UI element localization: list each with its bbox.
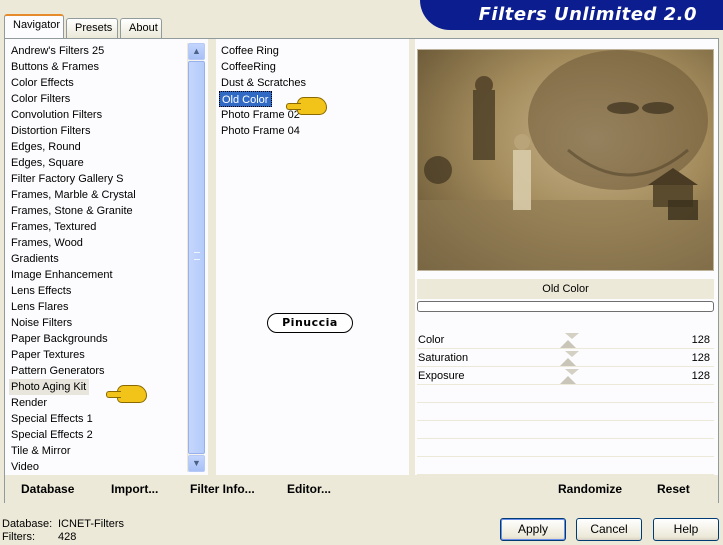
- category-item[interactable]: Noise Filters: [9, 315, 189, 331]
- status-filters-value: 428: [58, 531, 77, 543]
- category-item[interactable]: Special Effects 1: [9, 411, 189, 427]
- progress-bar: [417, 301, 714, 312]
- column-divider: [208, 39, 216, 475]
- column-divider: [409, 39, 415, 475]
- category-item[interactable]: Edges, Square: [9, 155, 189, 171]
- slider-thumb[interactable]: [560, 358, 576, 366]
- editor-button[interactable]: Editor...: [287, 475, 331, 503]
- apply-button[interactable]: Apply: [500, 518, 566, 541]
- filter-list[interactable]: Coffee Ring CoffeeRing Dust & Scratches Old…: [219, 43, 399, 139]
- slider-label: Color: [418, 334, 445, 346]
- category-item[interactable]: Paper Textures: [9, 347, 189, 363]
- category-item[interactable]: Special Effects 2: [9, 427, 189, 443]
- category-item[interactable]: Pattern Generators: [9, 363, 189, 379]
- category-item[interactable]: Frames, Textured: [9, 219, 189, 235]
- category-item[interactable]: Andrew's Filters 25: [9, 43, 189, 59]
- status-database: Database: ICNET-Filters: [2, 518, 124, 531]
- pinuccia-watermark: Pinuccia: [267, 313, 353, 333]
- category-list[interactable]: Andrew's Filters 25 Buttons & Frames Color…: [9, 43, 189, 475]
- slider-value: 128: [691, 334, 710, 346]
- category-item[interactable]: Frames, Marble & Crystal: [9, 187, 189, 203]
- color-slider[interactable]: Color 128: [417, 331, 714, 349]
- slider-value: 128: [691, 370, 710, 382]
- category-item[interactable]: Color Effects: [9, 75, 189, 91]
- category-item[interactable]: Lens Flares: [9, 299, 189, 315]
- tab-about[interactable]: About: [120, 18, 162, 38]
- tab-navigator[interactable]: Navigator: [4, 14, 64, 38]
- category-item[interactable]: Edges, Round: [9, 139, 189, 155]
- column-divider: [409, 475, 415, 503]
- category-item[interactable]: Color Filters: [9, 91, 189, 107]
- category-item[interactable]: Paper Backgrounds: [9, 331, 189, 347]
- slider-tick: [565, 369, 579, 375]
- status-database-value: ICNET-Filters: [58, 518, 124, 530]
- navigator-panel: Andrew's Filters 25 Buttons & Frames Color…: [4, 38, 719, 503]
- preview-photo-collage: [418, 50, 713, 270]
- effect-name: Old Color: [417, 279, 714, 299]
- category-item[interactable]: Tile & Mirror: [9, 443, 189, 459]
- category-item[interactable]: Convolution Filters: [9, 107, 189, 123]
- filter-item[interactable]: Dust & Scratches: [219, 75, 399, 91]
- category-item[interactable]: Gradients: [9, 251, 189, 267]
- empty-slider-row: [417, 457, 714, 475]
- filter-info-button[interactable]: Filter Info...: [190, 475, 255, 503]
- slider-tick: [565, 351, 579, 357]
- database-button[interactable]: Database: [21, 475, 74, 503]
- category-item[interactable]: Frames, Wood: [9, 235, 189, 251]
- empty-slider-row: [417, 385, 714, 403]
- tab-presets[interactable]: Presets: [66, 18, 118, 38]
- category-item[interactable]: Image Enhancement: [9, 267, 189, 283]
- slider-thumb[interactable]: [560, 376, 576, 384]
- empty-slider-row: [417, 403, 714, 421]
- help-button[interactable]: Help: [653, 518, 719, 541]
- scroll-down-arrow-icon[interactable]: ▼: [188, 455, 205, 472]
- category-item[interactable]: Render: [9, 395, 189, 411]
- reset-button[interactable]: Reset: [657, 475, 690, 503]
- exposure-slider[interactable]: Exposure 128: [417, 367, 714, 385]
- randomize-button[interactable]: Randomize: [558, 475, 622, 503]
- empty-slider-row: [417, 439, 714, 457]
- status-filters: Filters: 428: [2, 531, 76, 544]
- slider-value: 128: [691, 352, 710, 364]
- filter-item[interactable]: CoffeeRing: [219, 59, 399, 75]
- slider-tick: [565, 333, 579, 339]
- category-item[interactable]: Video: [9, 459, 189, 475]
- saturation-slider[interactable]: Saturation 128: [417, 349, 714, 367]
- slider-label: Exposure: [418, 370, 465, 382]
- window-title-banner: Filters Unlimited 2.0: [420, 0, 723, 30]
- category-item[interactable]: Lens Effects: [9, 283, 189, 299]
- filter-item[interactable]: Photo Frame 04: [219, 123, 399, 139]
- pointing-hand-icon: [106, 385, 147, 403]
- slider-thumb[interactable]: [560, 340, 576, 348]
- empty-slider-row: [417, 421, 714, 439]
- import-button[interactable]: Import...: [111, 475, 158, 503]
- filter-item[interactable]: Coffee Ring: [219, 43, 399, 59]
- category-item[interactable]: Distortion Filters: [9, 123, 189, 139]
- slider-panel: Color 128 Saturation 128 Exposure 128: [417, 331, 714, 475]
- scrollbar-thumb[interactable]: [188, 61, 205, 454]
- status-filters-label: Filters:: [2, 531, 35, 543]
- category-item[interactable]: Photo Aging Kit: [9, 379, 90, 395]
- window-title: Filters Unlimited 2.0: [478, 4, 697, 25]
- slider-label: Saturation: [418, 352, 469, 364]
- scroll-up-arrow-icon[interactable]: ▲: [188, 43, 205, 60]
- cancel-button[interactable]: Cancel: [576, 518, 642, 541]
- category-scrollbar[interactable]: ▲ ▼: [187, 43, 205, 472]
- filter-item[interactable]: Old Color: [219, 91, 273, 107]
- status-database-label: Database:: [2, 518, 53, 530]
- category-item[interactable]: Buttons & Frames: [9, 59, 189, 75]
- pointing-hand-icon: [286, 97, 327, 115]
- category-item[interactable]: Filter Factory Gallery S: [9, 171, 189, 187]
- preview-image: [417, 49, 714, 271]
- bottom-toolbar: Database Import... Filter Info... Editor…: [5, 475, 718, 503]
- category-item[interactable]: Frames, Stone & Granite: [9, 203, 189, 219]
